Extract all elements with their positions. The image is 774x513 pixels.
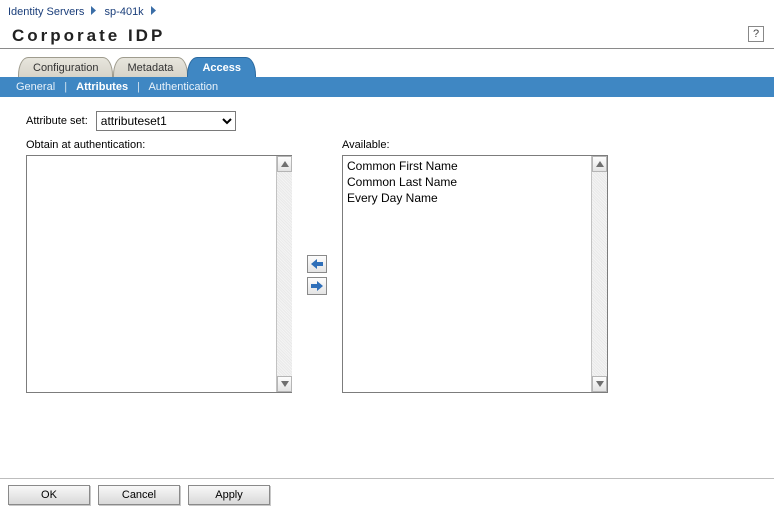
ok-button[interactable]: OK [8,485,90,505]
help-icon[interactable]: ? [748,26,764,42]
obtain-listbox[interactable] [26,155,292,393]
scroll-up-icon[interactable] [277,156,292,172]
subtab-general[interactable]: General [16,81,55,93]
obtain-label: Obtain at authentication: [26,139,292,151]
available-listbox[interactable]: Common First NameCommon Last NameEvery D… [342,155,608,393]
breadcrumb-sp-401k[interactable]: sp-401k [105,6,144,18]
tab-access[interactable]: Access [187,57,256,77]
move-left-button[interactable] [307,255,327,273]
scroll-down-icon[interactable] [592,376,607,392]
subtab-authentication[interactable]: Authentication [148,81,218,93]
subtab-separator: | [137,81,140,93]
attribute-set-label: Attribute set: [26,115,88,127]
tabs: Configuration Metadata Access [0,57,774,77]
breadcrumb: Identity Servers sp-401k [0,0,774,22]
list-item[interactable]: Common Last Name [347,174,587,190]
tab-configuration[interactable]: Configuration [18,57,113,77]
scrollbar[interactable] [276,156,292,392]
scroll-up-icon[interactable] [592,156,607,172]
page-title: Corporate IDP [12,26,165,46]
attribute-set-select[interactable]: attributeset1 [96,111,236,131]
apply-button[interactable]: Apply [188,485,270,505]
subtab-bar: General | Attributes | Authentication [0,77,774,97]
subtab-separator: | [64,81,67,93]
arrow-left-icon [311,259,323,269]
tab-metadata[interactable]: Metadata [113,57,189,77]
available-label: Available: [342,139,608,151]
breadcrumb-identity-servers[interactable]: Identity Servers [8,6,84,18]
list-item[interactable]: Common First Name [347,158,587,174]
footer-bar: OK Cancel Apply [0,478,774,511]
list-item[interactable]: Every Day Name [347,190,587,206]
breadcrumb-separator-icon [151,6,157,18]
breadcrumb-separator-icon [91,6,97,18]
scroll-down-icon[interactable] [277,376,292,392]
cancel-button[interactable]: Cancel [98,485,180,505]
arrow-right-icon [311,281,323,291]
subtab-attributes[interactable]: Attributes [76,81,128,93]
move-right-button[interactable] [307,277,327,295]
scrollbar[interactable] [591,156,607,392]
